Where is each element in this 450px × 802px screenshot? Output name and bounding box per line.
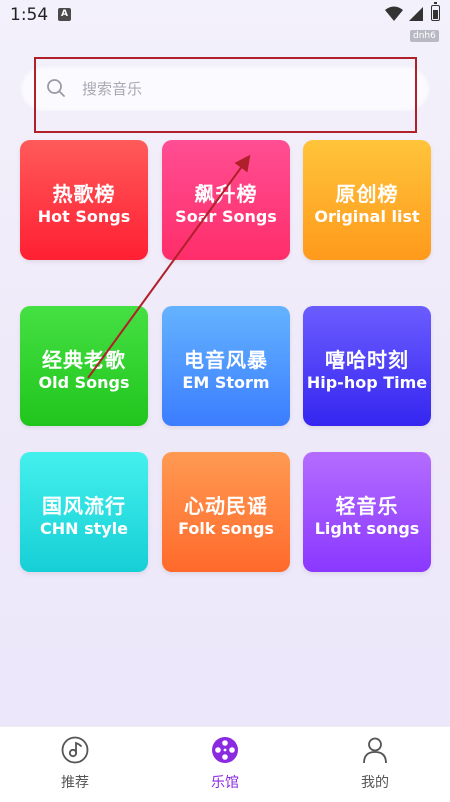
- signal-icon: [409, 7, 423, 21]
- category-tile-8[interactable]: 心动民谣 Folk songs: [162, 452, 290, 572]
- nav-tab-recommend[interactable]: 推荐: [0, 727, 150, 802]
- tile-title-zh: 热歌榜: [52, 182, 116, 206]
- battery-icon: [431, 2, 440, 21]
- tile-title-zh: 国风流行: [42, 494, 126, 518]
- film-reel-icon: [212, 737, 238, 763]
- person-icon: [363, 737, 387, 764]
- tile-title-en: CHN style: [39, 519, 129, 538]
- annotation-highlight-box: [34, 57, 417, 133]
- tile-title-en: EM Storm: [182, 373, 270, 392]
- music-disc-icon: [61, 736, 89, 764]
- status-time: 1:54: [10, 5, 49, 25]
- tile-title-zh: 心动民谣: [184, 494, 268, 518]
- category-tile-1[interactable]: 热歌榜 Hot Songs: [20, 140, 148, 260]
- tile-title-en: Light songs: [314, 519, 420, 538]
- tile-title-en: Old Songs: [38, 373, 130, 392]
- tile-title-zh: 嘻哈时刻: [325, 348, 409, 372]
- status-bar: 1:54 A dnh6: [0, 0, 450, 42]
- tile-title-en: Folk songs: [178, 519, 274, 538]
- nav-label-mine: 我的: [361, 775, 389, 791]
- category-tile-3[interactable]: 原创榜 Original list: [303, 140, 431, 260]
- tile-title-zh: 原创榜: [335, 182, 399, 206]
- nav-tab-music-hall[interactable]: 乐馆: [150, 727, 300, 802]
- tile-title-en: Hot Songs: [37, 207, 131, 226]
- tile-title-en: Soar Songs: [175, 207, 277, 226]
- category-tile-9[interactable]: 轻音乐 Light songs: [303, 452, 431, 572]
- category-tile-7[interactable]: 国风流行 CHN style: [20, 452, 148, 572]
- debug-badge: dnh6: [410, 30, 439, 42]
- category-tile-5[interactable]: 电音风暴 EM Storm: [162, 306, 290, 426]
- nav-tab-mine[interactable]: 我的: [300, 727, 450, 802]
- notification-icon: A: [58, 8, 71, 21]
- tile-title-zh: 轻音乐: [335, 494, 399, 518]
- wifi-icon: [385, 6, 403, 21]
- tile-title-zh: 飙升榜: [194, 182, 258, 206]
- nav-label-music-hall: 乐馆: [211, 775, 239, 791]
- tile-title-zh: 经典老歌: [42, 348, 126, 372]
- category-tile-2[interactable]: 飙升榜 Soar Songs: [162, 140, 290, 260]
- tile-title-zh: 电音风暴: [184, 348, 268, 372]
- bottom-nav: 推荐 乐馆 我的: [0, 726, 450, 802]
- category-tile-6[interactable]: 嘻哈时刻 Hip-hop Time: [303, 306, 431, 426]
- tile-title-en: Hip-hop Time: [306, 373, 428, 392]
- tile-title-en: Original list: [314, 207, 420, 226]
- category-tile-4[interactable]: 经典老歌 Old Songs: [20, 306, 148, 426]
- nav-label-recommend: 推荐: [61, 775, 89, 791]
